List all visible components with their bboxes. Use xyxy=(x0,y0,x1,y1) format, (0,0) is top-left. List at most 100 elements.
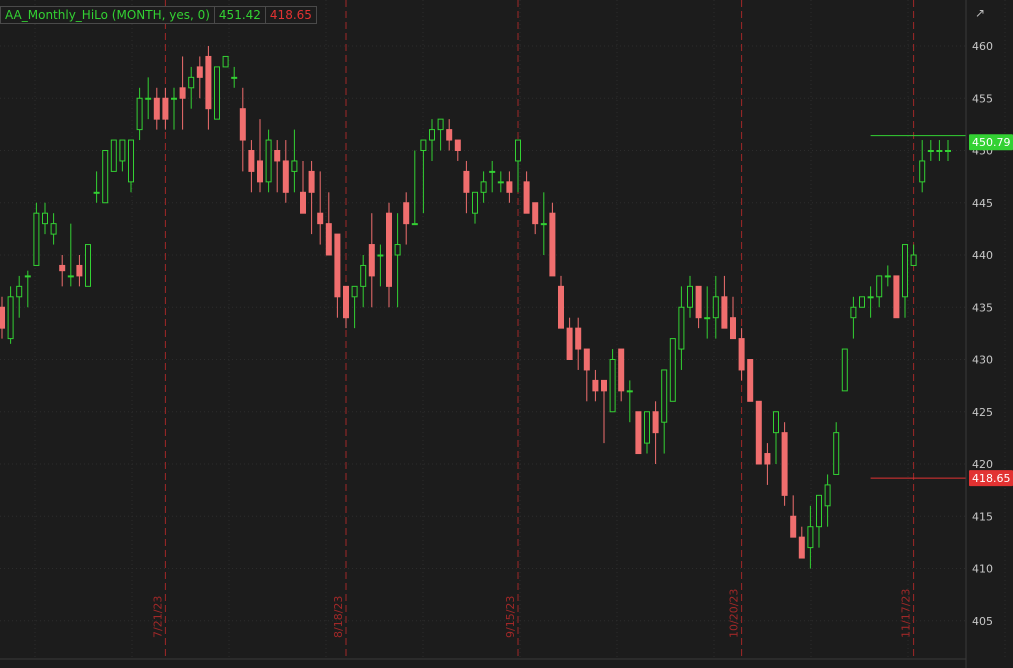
candle-body xyxy=(927,150,934,152)
candle-body xyxy=(480,181,487,193)
candle-body xyxy=(764,453,771,465)
candle-body xyxy=(558,285,564,329)
candle-body xyxy=(145,97,152,100)
candle[interactable] xyxy=(635,411,642,455)
candle-body xyxy=(128,139,134,183)
candle-body xyxy=(523,181,530,214)
candle[interactable] xyxy=(781,422,788,506)
candle-body xyxy=(893,275,900,319)
study-legend[interactable]: AA_Monthly_HiLo (MONTH, yes, 0) 451.42 4… xyxy=(0,6,317,24)
candle-body xyxy=(205,55,212,110)
candle-body xyxy=(540,223,547,226)
period-marker-label: 10/20/23 xyxy=(728,589,741,638)
candle-body xyxy=(515,139,521,162)
expand-icon[interactable]: ↗ xyxy=(971,4,989,22)
candle-body xyxy=(936,150,943,152)
candle-body xyxy=(85,244,91,287)
candle-body xyxy=(50,223,57,235)
candle-body xyxy=(618,348,625,392)
candle-body xyxy=(652,411,659,434)
candle[interactable] xyxy=(893,275,900,319)
candle-body xyxy=(678,306,685,350)
candle-body xyxy=(343,285,349,319)
y-tick-label: 440 xyxy=(972,249,993,262)
candle[interactable] xyxy=(214,66,220,120)
candle-body xyxy=(42,212,48,225)
candle-body xyxy=(635,411,642,455)
candle-body xyxy=(437,118,444,131)
candle-body xyxy=(626,390,633,393)
period-marker-label: 7/21/23 xyxy=(151,596,164,638)
candle-body xyxy=(601,379,607,392)
price-bubble: 450.79 xyxy=(969,134,1013,151)
candle-body xyxy=(231,76,238,79)
candle-body xyxy=(454,139,461,152)
period-marker-label: 11/17/23 xyxy=(900,589,913,638)
candle-body xyxy=(824,484,831,507)
candle-body xyxy=(420,139,427,152)
candle[interactable] xyxy=(841,348,848,392)
candle-body xyxy=(919,160,926,183)
study-name[interactable]: AA_Monthly_HiLo (MONTH, yes, 0) xyxy=(0,6,215,24)
candle-body xyxy=(687,285,693,308)
candle[interactable] xyxy=(110,139,117,172)
candle[interactable] xyxy=(102,150,109,204)
candle[interactable] xyxy=(85,244,91,287)
candle-body xyxy=(807,526,814,549)
candle-body xyxy=(859,296,865,308)
candle-body xyxy=(833,432,840,475)
y-tick-label: 405 xyxy=(972,615,993,628)
candle-body xyxy=(609,359,616,413)
candle-body xyxy=(411,223,418,226)
candle-body xyxy=(841,348,848,392)
candle-body xyxy=(222,55,229,68)
candle-body xyxy=(644,411,650,444)
y-tick-label: 460 xyxy=(972,40,993,53)
candle-body xyxy=(179,87,186,99)
candle-body xyxy=(575,327,582,350)
candle-body xyxy=(945,150,951,152)
candle-body xyxy=(583,348,590,371)
candle-body xyxy=(661,369,668,423)
candle-body xyxy=(119,139,126,162)
y-tick-label: 410 xyxy=(972,563,993,576)
candle[interactable] xyxy=(549,202,556,277)
candle-body xyxy=(798,536,805,559)
candle[interactable] xyxy=(747,359,754,402)
y-tick-label: 435 xyxy=(972,301,993,314)
candle-body xyxy=(386,212,392,287)
candle-body xyxy=(721,296,728,329)
candle-body xyxy=(0,306,5,329)
candle[interactable] xyxy=(755,400,762,465)
candle-body xyxy=(472,191,478,214)
candle-body xyxy=(377,254,384,257)
candle-body xyxy=(738,338,745,371)
candlestick-chart[interactable]: 7/21/23 8/18/23 9/15/23 10/20/23 11/17/23 46… xyxy=(0,0,1013,668)
candle-body xyxy=(334,233,341,298)
candle-body xyxy=(816,494,822,528)
candle[interactable] xyxy=(669,338,676,402)
candle-body xyxy=(317,212,324,225)
candle-body xyxy=(239,108,246,141)
candle-body xyxy=(300,191,306,214)
price-bubble: 418.65 xyxy=(969,470,1013,487)
candle-body xyxy=(850,306,857,319)
y-tick-label: 445 xyxy=(972,197,993,210)
candle-body xyxy=(24,275,31,278)
candle[interactable] xyxy=(859,296,865,308)
price-bubble-label: 418.65 xyxy=(972,472,1011,485)
candle-body xyxy=(274,150,281,162)
candle-body xyxy=(76,264,83,277)
candle-body xyxy=(33,212,40,266)
y-tick-label: 425 xyxy=(972,406,993,419)
candle-body xyxy=(102,150,109,204)
candle-body xyxy=(429,129,435,141)
candle-body xyxy=(730,317,736,340)
candle-body xyxy=(712,296,719,319)
candle-body xyxy=(360,264,367,287)
candle[interactable] xyxy=(222,55,229,68)
candle-body xyxy=(876,275,883,298)
candle-body xyxy=(781,432,788,496)
candle-body xyxy=(282,160,289,193)
candle-body xyxy=(884,275,891,278)
